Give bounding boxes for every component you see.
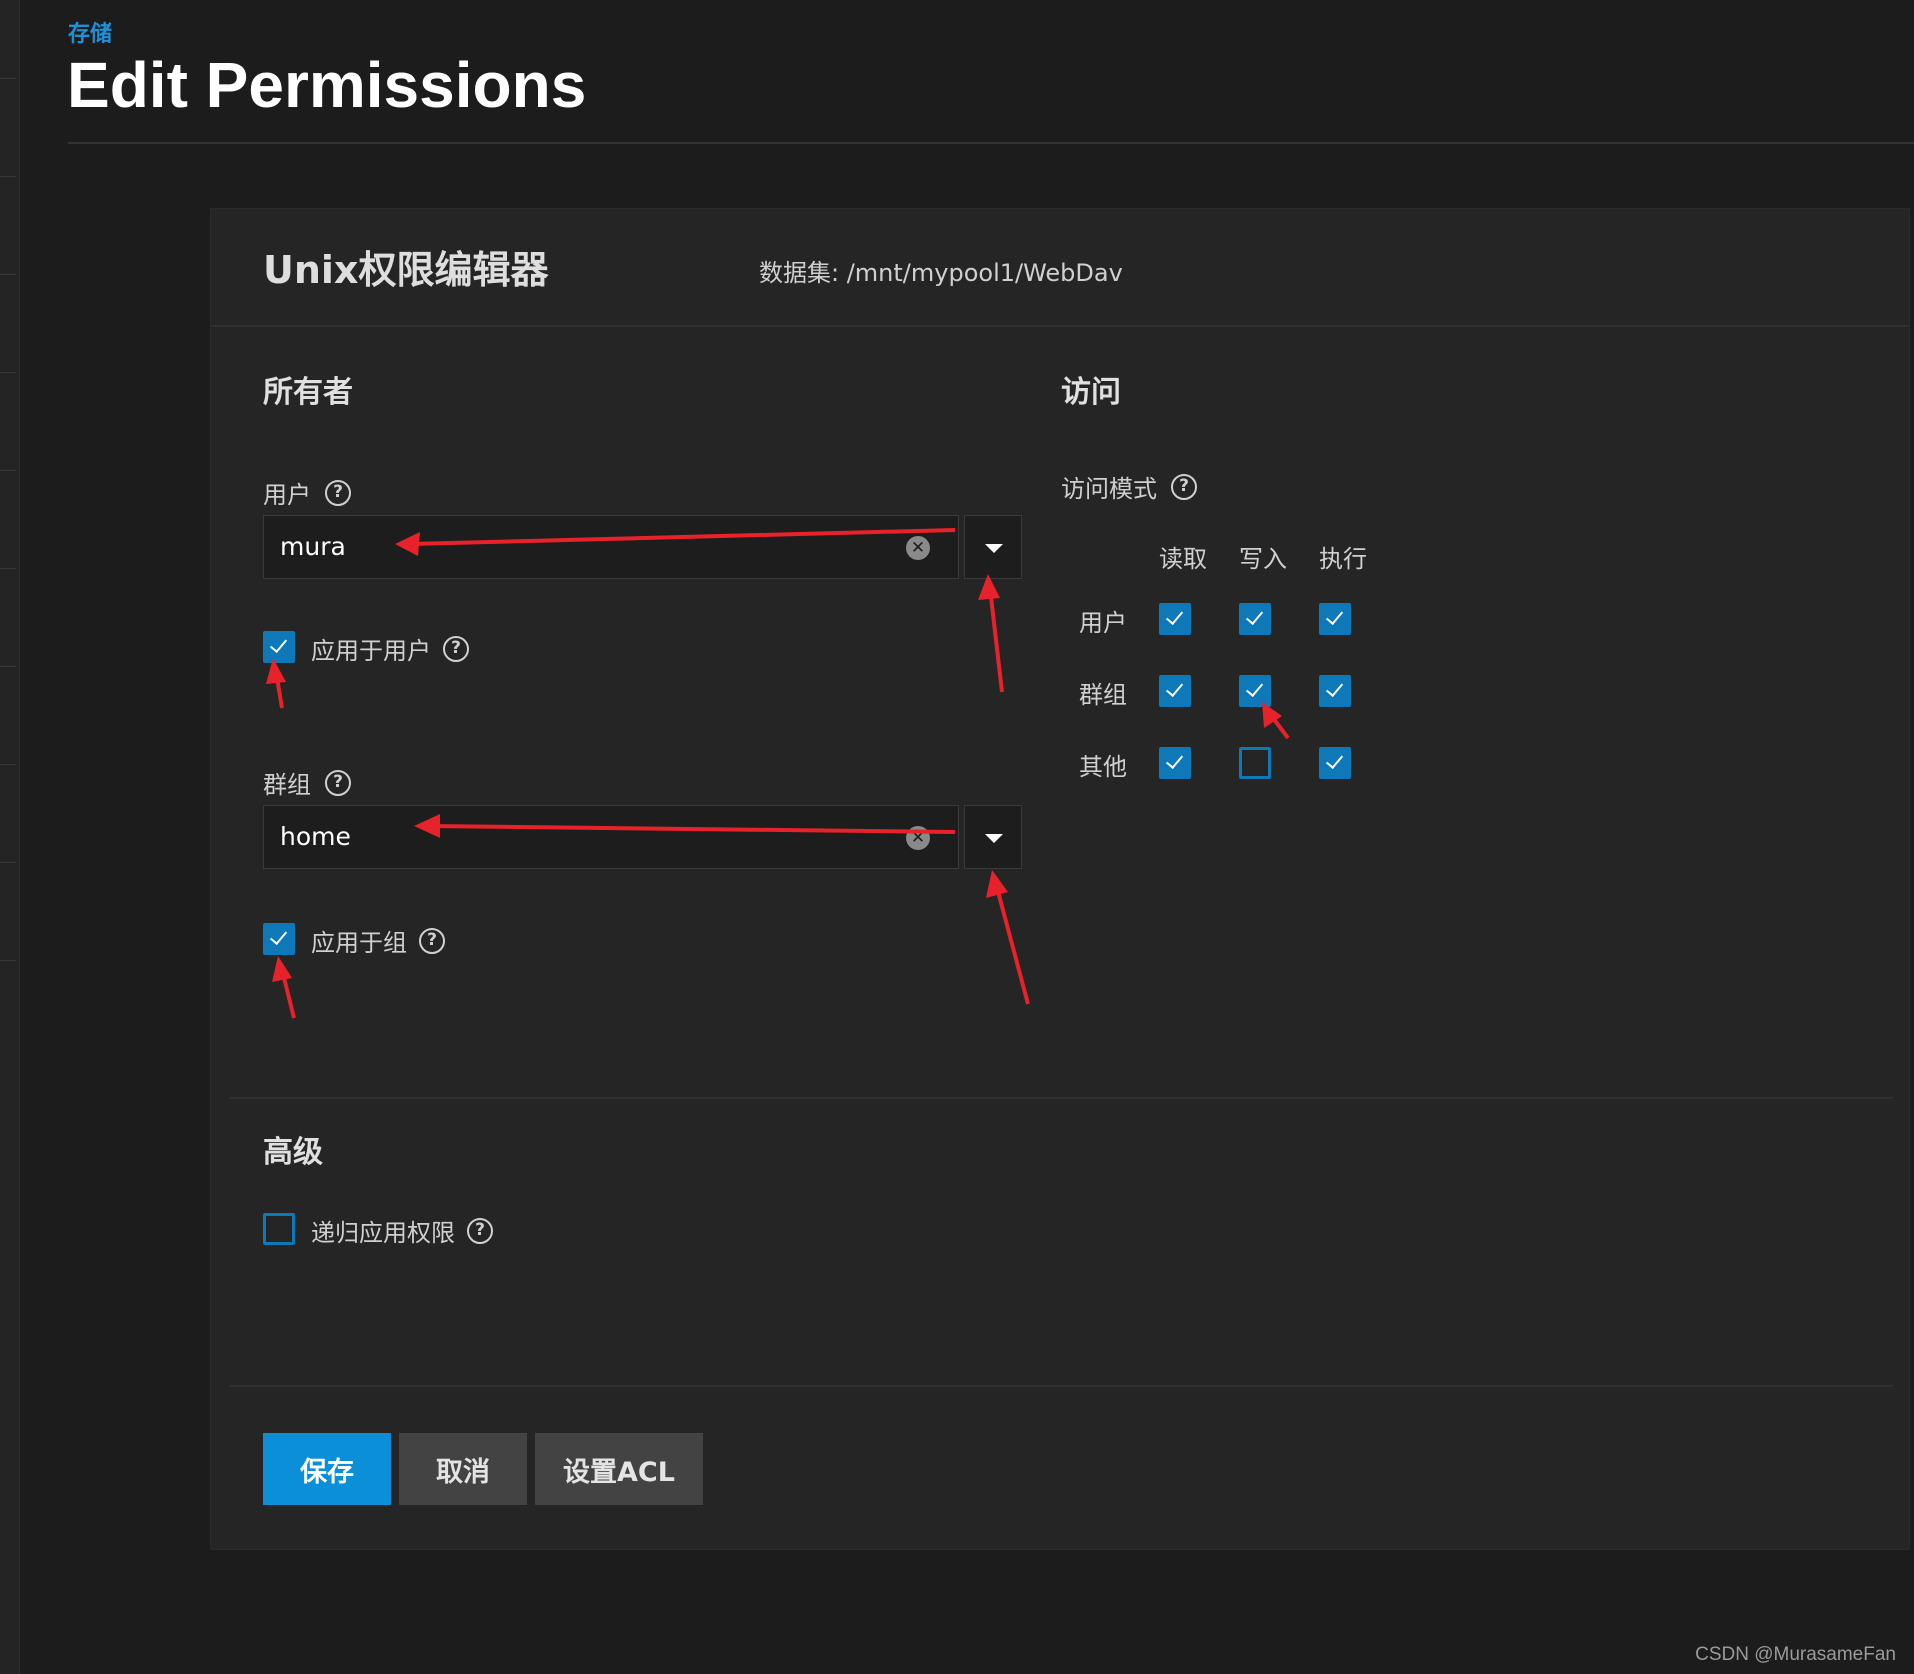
access-mode-label: 访问模式 ? — [1061, 469, 1197, 504]
owner-section-title: 所有者 — [263, 375, 353, 410]
help-circle-icon[interactable]: ? — [419, 927, 445, 954]
perm-checkbox-user-write[interactable] — [1239, 603, 1271, 635]
rail-tick — [0, 470, 16, 471]
recursive-label: 递归应用权限 ? — [311, 1213, 493, 1248]
rail-tick — [0, 274, 16, 275]
breadcrumb[interactable]: 存储 — [68, 16, 112, 48]
perm-checkbox-other-execute[interactable] — [1319, 747, 1351, 779]
group-input[interactable]: home ✕ — [263, 805, 959, 869]
advanced-section-title: 高级 — [263, 1135, 323, 1170]
rail-tick — [0, 176, 16, 177]
apply-group-text: 应用于组 — [311, 929, 407, 957]
row-label-group: 群组 — [1079, 681, 1127, 709]
section-divider — [229, 1097, 1893, 1099]
perm-checkbox-group-write[interactable] — [1239, 675, 1271, 707]
perm-checkbox-other-write[interactable] — [1239, 747, 1271, 779]
set-acl-button[interactable]: 设置ACL — [535, 1433, 703, 1505]
rail-tick — [0, 764, 16, 765]
recursive-text: 递归应用权限 — [311, 1219, 455, 1247]
apply-user-text: 应用于用户 — [311, 637, 431, 665]
rail-tick — [0, 862, 16, 863]
perm-checkbox-other-read[interactable] — [1159, 747, 1191, 779]
apply-user-checkbox[interactable] — [263, 631, 295, 663]
column-header-write: 写入 — [1239, 545, 1287, 573]
perm-checkbox-user-execute[interactable] — [1319, 603, 1351, 635]
title-divider — [68, 142, 1914, 144]
left-rail — [0, 0, 20, 1674]
help-circle-icon[interactable]: ? — [325, 769, 351, 796]
group-input-value: home — [280, 822, 351, 851]
user-input-value: mura — [280, 532, 346, 561]
clear-circle-icon[interactable]: ✕ — [906, 826, 930, 850]
rail-tick — [0, 960, 16, 961]
caret-down-icon — [985, 544, 1003, 553]
user-input[interactable]: mura ✕ — [263, 515, 959, 579]
watermark: CSDN @MurasameFan — [1695, 1644, 1896, 1665]
help-circle-icon[interactable]: ? — [325, 479, 351, 506]
apply-group-checkbox[interactable] — [263, 923, 295, 955]
user-label-text: 用户 — [263, 481, 311, 509]
help-circle-icon[interactable]: ? — [1171, 473, 1197, 500]
user-field-label: 用户 ? — [263, 475, 351, 510]
card-header: Unix权限编辑器 数据集: /mnt/mypool1/WebDav — [211, 209, 1909, 327]
column-header-read: 读取 — [1159, 545, 1207, 573]
rail-tick — [0, 372, 16, 373]
rail-tick — [0, 78, 16, 79]
footer-divider — [229, 1385, 1893, 1387]
help-circle-icon[interactable]: ? — [467, 1217, 493, 1244]
group-dropdown-button[interactable] — [964, 805, 1022, 869]
apply-group-label: 应用于组 ? — [311, 923, 445, 958]
apply-user-label: 应用于用户 ? — [311, 631, 469, 666]
dataset-path: 数据集: /mnt/mypool1/WebDav — [759, 259, 1123, 287]
group-field-label: 群组 ? — [263, 765, 351, 800]
cancel-button[interactable]: 取消 — [399, 1433, 527, 1505]
clear-circle-icon[interactable]: ✕ — [906, 536, 930, 560]
row-label-other: 其他 — [1079, 753, 1127, 781]
page-title: Edit Permissions — [67, 49, 587, 121]
user-dropdown-button[interactable] — [964, 515, 1022, 579]
perm-checkbox-group-read[interactable] — [1159, 675, 1191, 707]
perm-checkbox-group-execute[interactable] — [1319, 675, 1351, 707]
group-label-text: 群组 — [263, 771, 311, 799]
access-section-title: 访问 — [1061, 375, 1121, 410]
rail-tick — [0, 568, 16, 569]
recursive-checkbox[interactable] — [263, 1213, 295, 1245]
column-header-execute: 执行 — [1319, 545, 1367, 573]
save-button[interactable]: 保存 — [263, 1433, 391, 1505]
caret-down-icon — [985, 834, 1003, 843]
rail-tick — [0, 666, 16, 667]
card-title: Unix权限编辑器 — [263, 248, 549, 292]
help-circle-icon[interactable]: ? — [443, 635, 469, 662]
row-label-user: 用户 — [1079, 609, 1127, 637]
permissions-card: Unix权限编辑器 数据集: /mnt/mypool1/WebDav 所有者 用… — [210, 208, 1910, 1550]
access-mode-text: 访问模式 — [1061, 475, 1157, 503]
perm-checkbox-user-read[interactable] — [1159, 603, 1191, 635]
